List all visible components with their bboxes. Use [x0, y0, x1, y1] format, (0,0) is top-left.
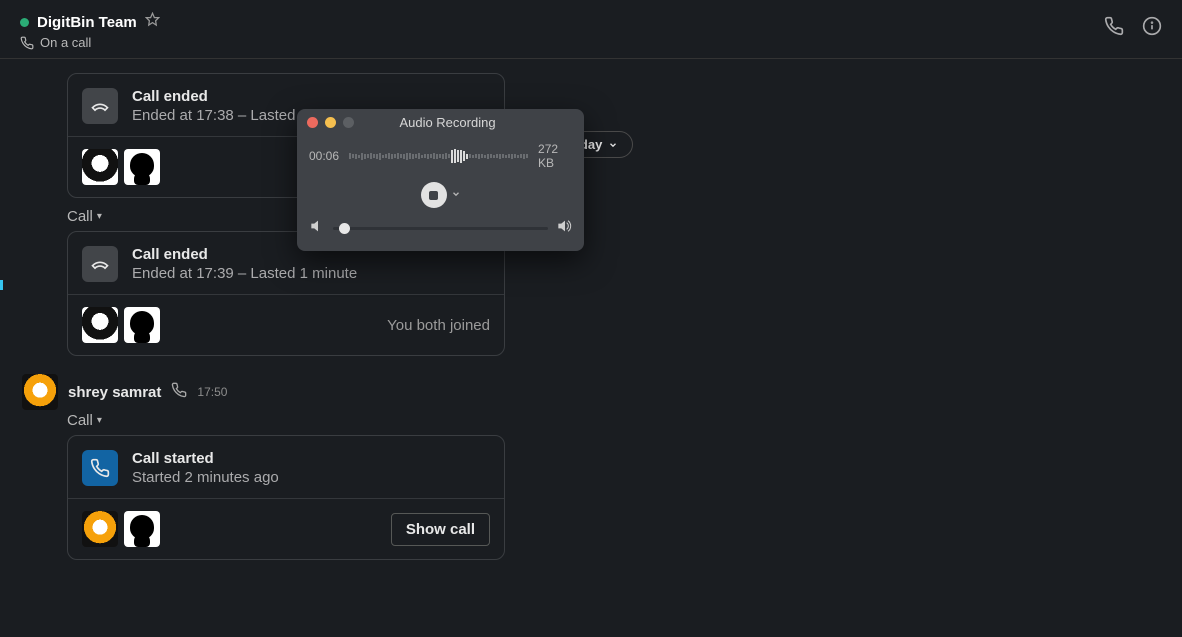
file-size: 272 KB [538, 142, 572, 170]
huddle-icon[interactable] [171, 382, 187, 403]
volume-thumb[interactable] [339, 223, 350, 234]
waveform [349, 148, 528, 164]
participant-avatars [82, 511, 160, 547]
avatar[interactable] [124, 307, 160, 343]
panel-title: Audio Recording [321, 115, 574, 130]
phone-icon[interactable] [1104, 16, 1124, 41]
avatar[interactable] [82, 307, 118, 343]
message-header: shrey samrat 17:50 [22, 374, 1182, 410]
presence-dot-icon [20, 18, 29, 27]
volume-slider[interactable] [333, 227, 548, 230]
star-icon[interactable] [145, 12, 160, 32]
avatar[interactable] [124, 511, 160, 547]
recording-time: 00:06 [309, 149, 339, 163]
chevron-down-icon[interactable] [451, 186, 461, 204]
call-block: Call started Started 2 minutes ago Show … [67, 435, 505, 560]
call-started-icon [82, 450, 118, 486]
channel-header: DigitBin Team On a call [0, 0, 1182, 59]
call-status-title: Call ended [132, 88, 396, 105]
channel-title[interactable]: DigitBin Team [37, 14, 137, 31]
call-status-subtitle: Started 2 minutes ago [132, 469, 279, 486]
message-time: 17:50 [197, 385, 227, 399]
chevron-down-icon [608, 140, 618, 150]
call-label[interactable]: Call▾ [67, 208, 1182, 225]
call-status-subtitle: Ended at 17:39 – Lasted 1 minute [132, 265, 357, 282]
chevron-down-icon: ▾ [97, 211, 102, 222]
volume-high-icon[interactable] [556, 218, 572, 239]
joined-text: You both joined [387, 317, 490, 334]
call-status-row[interactable]: On a call [20, 35, 160, 50]
audio-recording-panel[interactable]: Audio Recording 00:06 272 KB [297, 109, 584, 251]
participant-avatars [82, 307, 160, 343]
call-ended-icon [82, 246, 118, 282]
avatar[interactable] [82, 511, 118, 547]
call-status-title: Call started [132, 450, 279, 467]
call-ended-icon [82, 88, 118, 124]
volume-low-icon[interactable] [309, 218, 325, 239]
participant-avatars [82, 149, 160, 185]
chevron-down-icon: ▾ [97, 415, 102, 426]
sender-name[interactable]: shrey samrat [68, 384, 161, 401]
status-text: On a call [40, 35, 91, 50]
avatar[interactable] [82, 149, 118, 185]
stop-button[interactable] [421, 182, 447, 208]
call-label[interactable]: Call▾ [67, 412, 1182, 429]
avatar[interactable] [124, 149, 160, 185]
close-icon[interactable] [307, 117, 318, 128]
info-icon[interactable] [1142, 16, 1162, 41]
show-call-button[interactable]: Show call [391, 513, 490, 546]
avatar[interactable] [22, 374, 58, 410]
